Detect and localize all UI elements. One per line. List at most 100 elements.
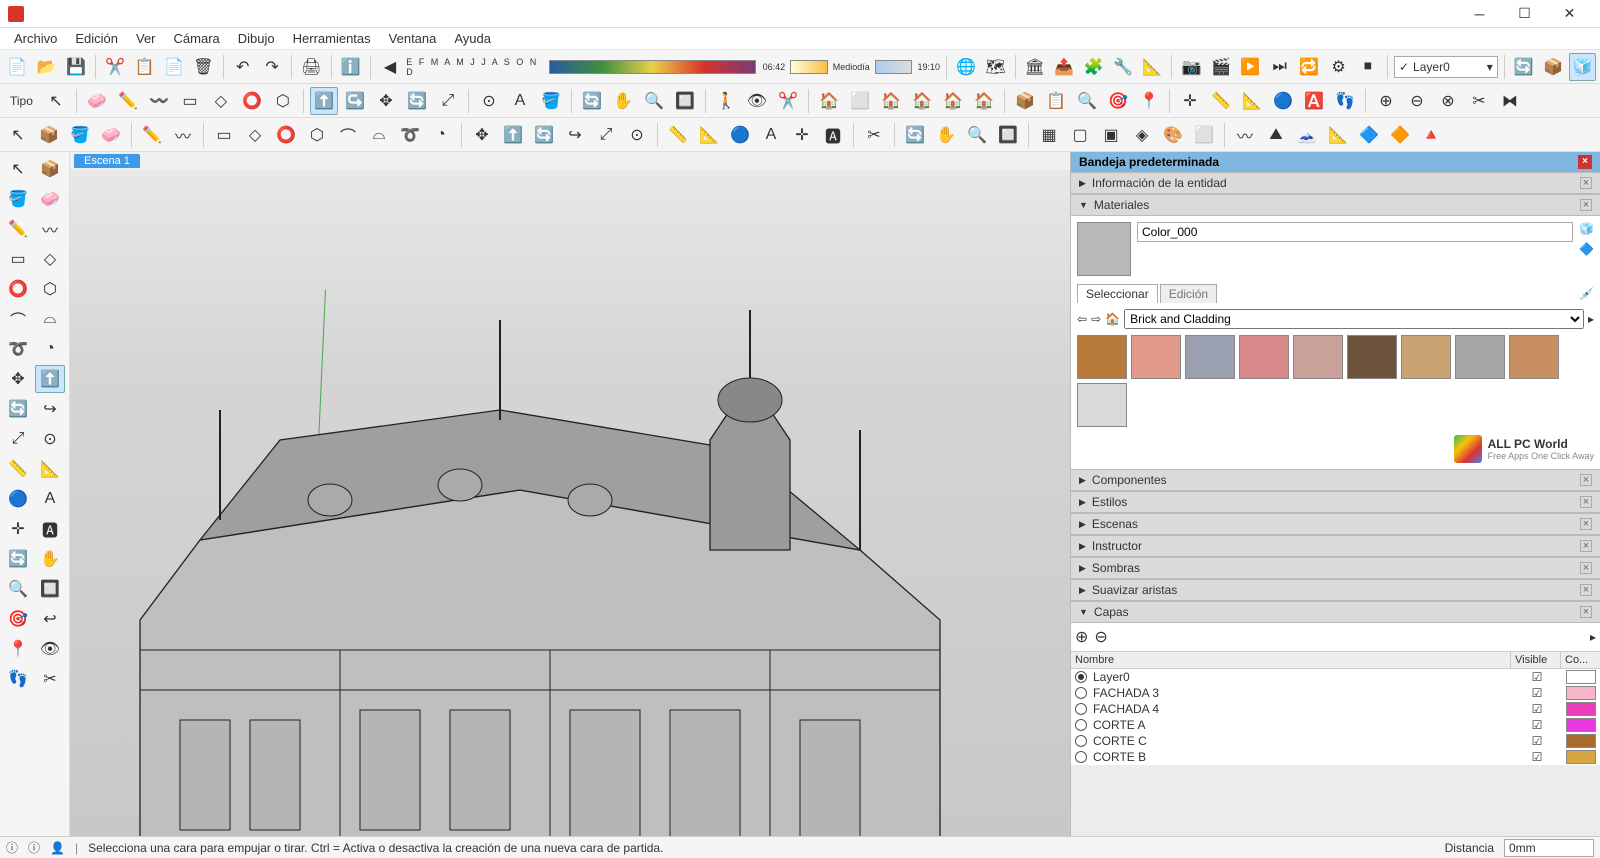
panel-close-icon[interactable]: × [1580, 496, 1592, 508]
lt-scale-icon[interactable]: ⤢ [3, 425, 33, 453]
menu-ver[interactable]: Ver [128, 29, 164, 48]
panel-capas[interactable]: ▼Capas× [1071, 601, 1600, 623]
undo-icon[interactable]: ↶ [230, 53, 256, 81]
component3-icon[interactable]: 📦 [35, 121, 63, 149]
lt-axes-icon[interactable]: ✛ [3, 515, 33, 543]
lt-freehand-icon[interactable]: 〰 [35, 215, 65, 243]
axes3-icon[interactable]: ✛ [788, 121, 816, 149]
lt-eraser-icon[interactable]: 🧼 [35, 185, 65, 213]
followme-icon[interactable]: ↪️ [341, 87, 369, 115]
rotrect3-icon[interactable]: ◇ [241, 121, 269, 149]
solid-trim-icon[interactable]: ✂ [1465, 87, 1493, 115]
style-hidden-icon[interactable]: ▣ [1097, 121, 1125, 149]
move3-icon[interactable]: ✥ [468, 121, 496, 149]
lt-3dtext-icon[interactable]: 🅰 [35, 515, 65, 543]
model-info-icon[interactable]: ℹ️ [338, 53, 364, 81]
lt-zoomwin-icon[interactable]: 🔲 [35, 575, 65, 603]
tab-seleccionar[interactable]: Seleccionar [1077, 284, 1158, 303]
arc3pt-icon[interactable]: ➰ [396, 121, 424, 149]
lt-zoomext-icon[interactable]: 🎯 [3, 605, 33, 633]
nav-back-icon[interactable]: ⇦ [1077, 312, 1087, 326]
sandbox5-icon[interactable]: 🔷 [1355, 121, 1383, 149]
poly3-icon[interactable]: ⬡ [303, 121, 331, 149]
layer-radio[interactable] [1075, 687, 1087, 699]
layer-color-swatch[interactable] [1566, 750, 1596, 764]
3dtext3-icon[interactable]: 🅰 [819, 121, 847, 149]
material-swatch[interactable] [1293, 335, 1343, 379]
position-icon[interactable]: 📍 [1135, 87, 1163, 115]
lt-prev-icon[interactable]: ↩ [35, 605, 65, 633]
camera-next-icon[interactable]: ⏭ [1267, 53, 1293, 81]
select3-icon[interactable]: ↖ [4, 121, 32, 149]
lt-component-icon[interactable]: 📦 [35, 155, 65, 183]
layer-radio[interactable] [1075, 703, 1087, 715]
panel-escenas[interactable]: ▶Escenas× [1071, 513, 1600, 535]
circle3-icon[interactable]: ⭕ [272, 121, 300, 149]
layer-visible-checkbox[interactable]: ☑ [1512, 734, 1562, 748]
camera-settings-icon[interactable]: ⚙ [1325, 53, 1351, 81]
camera-loop-icon[interactable]: 🔁 [1296, 53, 1322, 81]
orbit-icon[interactable]: 🔄 [1511, 53, 1537, 81]
freehand-icon[interactable]: 〰️ [145, 87, 173, 115]
material-swatch[interactable] [1347, 335, 1397, 379]
iso-view-icon[interactable]: 📦 [1540, 53, 1566, 81]
print-icon[interactable]: 🖨 [298, 53, 324, 81]
section-icon[interactable]: ✂️ [774, 87, 802, 115]
layer-row[interactable]: CORTE C ☑ [1071, 733, 1600, 749]
layer-radio[interactable] [1075, 719, 1087, 731]
lt-look-icon[interactable]: 👁 [35, 635, 65, 663]
panel-close-icon[interactable]: × [1580, 518, 1592, 530]
menu-camara[interactable]: Cámara [166, 29, 228, 48]
scale-icon[interactable]: ⤢ [434, 87, 462, 115]
material-swatch[interactable] [1131, 335, 1181, 379]
paint-icon[interactable]: 🪣 [537, 87, 565, 115]
material-preview-swatch[interactable] [1077, 222, 1131, 276]
style-wire-icon[interactable]: ▢ [1066, 121, 1094, 149]
redo-icon[interactable]: ↷ [259, 53, 285, 81]
pie-icon[interactable]: ◔ [427, 121, 455, 149]
viewport-3d[interactable] [70, 170, 1070, 836]
axes-icon[interactable]: ✛ [1176, 87, 1204, 115]
perspective-icon[interactable]: 🧊 [1569, 53, 1595, 81]
warehouse-icon[interactable]: 🏛 [1022, 53, 1048, 81]
orbit2-icon[interactable]: 🔄 [578, 87, 606, 115]
camera-play-icon[interactable]: ▶️ [1237, 53, 1263, 81]
nav-home-icon[interactable]: 🏠 [1105, 312, 1120, 326]
panel-entity-info[interactable]: ▶Información de la entidad× [1071, 172, 1600, 194]
layer-menu-icon[interactable]: ▸ [1590, 630, 1596, 644]
lt-pie-icon[interactable]: ◔ [35, 335, 65, 363]
rotated-rect-icon[interactable]: ◇ [207, 87, 235, 115]
layer-visible-checkbox[interactable]: ☑ [1512, 718, 1562, 732]
zoom-extents-icon[interactable]: 🔍 [1073, 87, 1101, 115]
select-icon[interactable]: ↖ [42, 87, 70, 115]
circle-icon[interactable]: ⭕ [238, 87, 266, 115]
layer-row[interactable]: Layer0 ☑ [1071, 669, 1600, 685]
time-slider[interactable] [875, 60, 913, 74]
layer-row[interactable]: CORTE A ☑ [1071, 717, 1600, 733]
orbit3-icon[interactable]: 🔄 [901, 121, 929, 149]
layer-visible-checkbox[interactable]: ☑ [1512, 686, 1562, 700]
followme3-icon[interactable]: ↪ [561, 121, 589, 149]
style-xray-icon[interactable]: ▦ [1035, 121, 1063, 149]
col-nombre[interactable]: Nombre [1071, 652, 1510, 668]
lt-pan-icon[interactable]: ✋ [35, 545, 65, 573]
warehouse-share-icon[interactable]: 📤 [1051, 53, 1077, 81]
material-swatch[interactable] [1455, 335, 1505, 379]
layer-visible-checkbox[interactable]: ☑ [1512, 670, 1562, 684]
lt-rotate-icon[interactable]: 🔄 [3, 395, 33, 423]
lt-select-icon[interactable]: ↖ [3, 155, 33, 183]
layer-color-swatch[interactable] [1566, 686, 1596, 700]
material-swatch[interactable] [1239, 335, 1289, 379]
view-right-icon[interactable]: 🏠 [908, 87, 936, 115]
offset3-icon[interactable]: ⊙ [623, 121, 651, 149]
lt-rect-icon[interactable]: ▭ [3, 245, 33, 273]
solid-union-icon[interactable]: ⊕ [1372, 87, 1400, 115]
camera-prev-icon[interactable]: 📷 [1178, 53, 1204, 81]
extension2-icon[interactable]: 🔧 [1110, 53, 1136, 81]
rect3-icon[interactable]: ▭ [210, 121, 238, 149]
lt-protractor-icon[interactable]: 🔵 [3, 485, 33, 513]
offset-icon[interactable]: ⊙ [475, 87, 503, 115]
lt-arc-icon[interactable]: ⌒ [3, 305, 33, 333]
eraser3-icon[interactable]: 🧼 [97, 121, 125, 149]
layer-add-icon[interactable]: ⊕ [1075, 627, 1088, 647]
